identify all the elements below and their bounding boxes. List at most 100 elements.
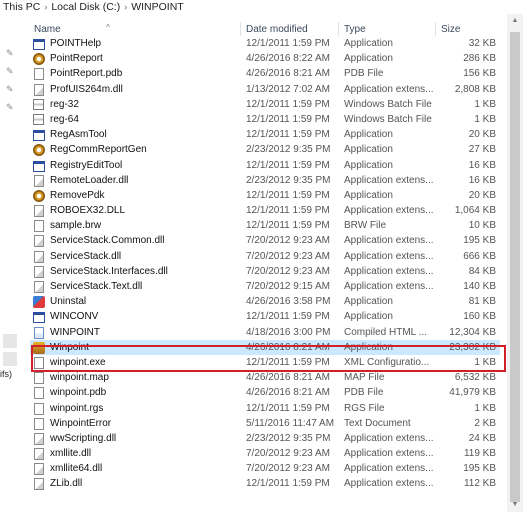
file-row[interactable]: ServiceStack.Common.dll 7/20/2012 9:23 AM… bbox=[30, 233, 500, 248]
file-name: xmllite.dll bbox=[50, 448, 92, 460]
file-row[interactable]: WINCONV 12/1/2011 1:59 PM Application 160 K… bbox=[30, 309, 500, 324]
file-row[interactable]: RemoteLoader.dll 2/23/2012 9:35 PM Applica… bbox=[30, 173, 500, 188]
file-name: ROBOEX32.DLL bbox=[50, 205, 126, 217]
file-row[interactable]: winpoint.exe 12/1/2011 1:59 PM XML Configu… bbox=[30, 355, 500, 370]
column-header-size[interactable]: Size bbox=[441, 24, 460, 35]
file-type: Application extens... bbox=[344, 205, 434, 217]
file-row[interactable]: WINPOINT 4/18/2016 3:00 PM Compiled HTML .… bbox=[30, 325, 500, 340]
file-date-modified: 12/1/2011 1:59 PM bbox=[246, 159, 330, 171]
file-row[interactable]: ServiceStack.Interfaces.dll 7/20/2012 9:2… bbox=[30, 264, 500, 279]
file-row[interactable]: ProfUIS264m.dll 1/13/2012 7:02 AM Applicat… bbox=[30, 82, 500, 97]
batch-file-icon bbox=[33, 98, 45, 111]
gear-app-icon bbox=[33, 144, 45, 157]
file-row[interactable]: POINTHelp 12/1/2011 1:59 PM Application 32 … bbox=[30, 36, 500, 51]
pin-icon[interactable]: ✎ bbox=[6, 102, 16, 112]
file-row[interactable]: winpoint.map 4/26/2016 8:21 AM MAP File 6,5… bbox=[30, 370, 500, 385]
nav-item-label[interactable]: ifs) bbox=[0, 369, 12, 379]
dll-icon bbox=[33, 250, 45, 263]
nav-item-icon[interactable] bbox=[3, 334, 17, 348]
scrollbar-thumb[interactable] bbox=[510, 32, 520, 502]
column-header-name[interactable]: Name ^ bbox=[34, 23, 110, 35]
file-type: RGS File bbox=[344, 402, 385, 414]
scroll-down-icon[interactable]: ▼ bbox=[507, 498, 523, 512]
file-row[interactable]: reg-64 12/1/2011 1:59 PM Windows Batch Fil… bbox=[30, 112, 500, 127]
pin-icon[interactable]: ✎ bbox=[6, 48, 16, 58]
file-row[interactable]: PointReport 4/26/2016 8:22 AM Application 2… bbox=[30, 51, 500, 66]
file-name: winpoint.rgs bbox=[50, 402, 104, 414]
help-file-icon bbox=[33, 326, 45, 339]
file-row[interactable]: PointReport.pdb 4/26/2016 8:21 AM PDB File… bbox=[30, 66, 500, 81]
dll-icon bbox=[33, 205, 45, 218]
pin-icon[interactable]: ✎ bbox=[6, 66, 16, 76]
file-name: WinpointError bbox=[50, 417, 112, 429]
file-size: 81 KB bbox=[468, 296, 496, 308]
file-row[interactable]: winpoint.rgs 12/1/2011 1:59 PM RGS File 1 K… bbox=[30, 401, 500, 416]
column-divider[interactable] bbox=[338, 22, 339, 36]
file-date-modified: 12/1/2011 1:59 PM bbox=[246, 311, 330, 323]
file-size: 23,302 KB bbox=[449, 341, 496, 353]
file-date-modified: 12/1/2011 1:59 PM bbox=[246, 129, 330, 141]
breadcrumb-item-local-disk[interactable]: Local Disk (C:) bbox=[51, 1, 120, 13]
file-row[interactable]: RegAsmTool 12/1/2011 1:59 PM Application 20… bbox=[30, 127, 500, 142]
file-date-modified: 2/23/2012 9:35 PM bbox=[246, 432, 331, 444]
file-date-modified: 5/11/2016 11:47 AM bbox=[246, 417, 335, 429]
file-row[interactable]: Winpoint 4/26/2016 8:21 AM Application 23,3… bbox=[30, 339, 500, 355]
scroll-up-icon[interactable]: ▲ bbox=[507, 14, 523, 28]
column-divider[interactable] bbox=[435, 22, 436, 36]
breadcrumb-item-winpoint[interactable]: WINPOINT bbox=[131, 1, 184, 13]
dll-icon bbox=[33, 265, 45, 278]
file-row[interactable]: RegistryEditTool 12/1/2011 1:59 PM Applica… bbox=[30, 158, 500, 173]
pin-icon[interactable]: ✎ bbox=[6, 84, 16, 94]
file-date-modified: 1/13/2012 7:02 AM bbox=[246, 83, 330, 95]
file-size: 24 KB bbox=[468, 432, 496, 444]
file-name: WINPOINT bbox=[50, 326, 100, 338]
dll-icon bbox=[33, 432, 45, 445]
file-row[interactable]: sample.brw 12/1/2011 1:59 PM BRW File 10 KB bbox=[30, 218, 500, 233]
file-row[interactable]: Uninstal 4/26/2016 3:58 PM Application 81 K… bbox=[30, 294, 500, 309]
file-row[interactable]: ZLib.dll 12/1/2011 1:59 PM Application ext… bbox=[30, 476, 500, 491]
file-type: XML Configuratio... bbox=[344, 356, 430, 368]
file-type: Application extens... bbox=[344, 281, 434, 292]
file-name: POINTHelp bbox=[50, 38, 102, 49]
column-divider[interactable] bbox=[240, 22, 241, 36]
file-type: Application extens... bbox=[344, 83, 434, 95]
file-date-modified: 7/20/2012 9:23 AM bbox=[246, 448, 330, 460]
file-size: 119 KB bbox=[463, 448, 496, 460]
chevron-right-icon: › bbox=[44, 2, 48, 12]
gear-app-icon bbox=[33, 53, 45, 66]
file-row[interactable]: RemovePdk 12/1/2011 1:59 PM Application 20 … bbox=[30, 188, 500, 203]
column-header-type[interactable]: Type bbox=[344, 24, 366, 35]
file-name: RemovePdk bbox=[50, 189, 105, 201]
column-header-date[interactable]: Date modified bbox=[246, 24, 308, 35]
file-icon bbox=[33, 387, 45, 400]
file-row[interactable]: RegCommReportGen 2/23/2012 9:35 PM Applica… bbox=[30, 142, 500, 157]
nav-item-icon[interactable] bbox=[3, 352, 17, 366]
file-row[interactable]: xmllite.dll 7/20/2012 9:23 AM Application … bbox=[30, 446, 500, 461]
file-name: ZLib.dll bbox=[50, 478, 83, 490]
vertical-scrollbar[interactable]: ▲ ▼ bbox=[507, 14, 523, 512]
file-name: winpoint.exe bbox=[50, 356, 106, 368]
file-type: BRW File bbox=[344, 220, 387, 232]
file-name: reg-32 bbox=[50, 98, 79, 110]
file-size: 112 KB bbox=[463, 478, 496, 490]
file-row[interactable]: reg-32 12/1/2011 1:59 PM Windows Batch Fil… bbox=[30, 97, 500, 112]
file-date-modified: 4/18/2016 3:00 PM bbox=[246, 326, 331, 338]
file-row[interactable]: winpoint.pdb 4/26/2016 8:21 AM PDB File 41,… bbox=[30, 385, 500, 400]
navigation-pane: ✎ ✎ ✎ ✎ ifs) bbox=[0, 14, 30, 512]
file-name: reg-64 bbox=[50, 113, 79, 125]
file-name: ProfUIS264m.dll bbox=[50, 83, 123, 95]
file-name: PointReport bbox=[50, 53, 103, 65]
file-date-modified: 2/23/2012 9:35 PM bbox=[246, 174, 331, 186]
file-row[interactable]: WinpointError 5/11/2016 11:47 AM Text Docu… bbox=[30, 416, 500, 431]
breadcrumb-item-this-pc[interactable]: This PC bbox=[3, 1, 40, 13]
file-size: 2,808 KB bbox=[454, 83, 496, 95]
file-row[interactable]: xmllite64.dll 7/20/2012 9:23 AM Applicatio… bbox=[30, 461, 500, 476]
file-type: PDB File bbox=[344, 68, 384, 80]
file-size: 10 KB bbox=[468, 220, 496, 232]
file-type: Application bbox=[344, 53, 393, 65]
file-row[interactable]: ServiceStack.Text.dll 7/20/2012 9:15 AM Ap… bbox=[30, 279, 500, 294]
file-row[interactable]: wwScripting.dll 2/23/2012 9:35 PM Applicat… bbox=[30, 431, 500, 446]
file-date-modified: 7/20/2012 9:23 AM bbox=[246, 265, 330, 277]
file-row[interactable]: ServiceStack.dll 7/20/2012 9:23 AM Applica… bbox=[30, 249, 500, 264]
file-row[interactable]: ROBOEX32.DLL 12/1/2011 1:59 PM Application… bbox=[30, 203, 500, 218]
